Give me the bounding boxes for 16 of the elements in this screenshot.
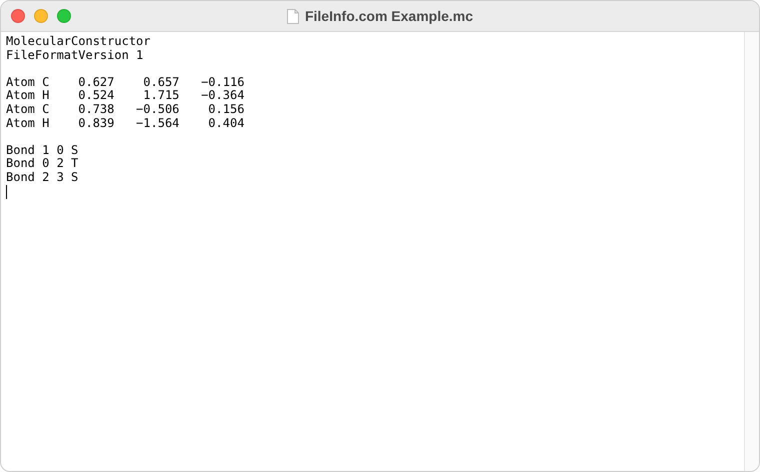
text-line: Atom C 0.738 −0.506 0.156 bbox=[6, 102, 244, 117]
minimize-button[interactable] bbox=[34, 9, 48, 23]
document-icon bbox=[286, 8, 299, 24]
text-cursor bbox=[6, 184, 7, 199]
text-line: Atom H 0.839 −1.564 0.404 bbox=[6, 116, 244, 130]
zoom-button[interactable] bbox=[57, 9, 71, 23]
window-title: FileInfo.com Example.mc bbox=[304, 8, 474, 24]
text-line: Bond 2 3 S bbox=[6, 170, 78, 185]
text-line: Atom H 0.524 1.715 −0.364 bbox=[6, 89, 244, 103]
text-editor[interactable]: MolecularConstructor FileFormatVersion 1 Atom C 0.627 0.657 −0.116 Atom H 0.524 1.715 −0.364 Atom C 0.738 −0.506 0.156 Atom H 0.839 −1.564 0.404 Bond 1 0 S Bond 0 2 T Bond 2 3 S bbox=[1, 32, 744, 471]
text-line: Bond 0 2 T bbox=[6, 157, 78, 171]
text-line: Bond 1 0 S bbox=[6, 144, 78, 158]
text-line: MolecularConstructor bbox=[6, 35, 150, 49]
close-button[interactable] bbox=[11, 9, 25, 23]
text-line: FileFormatVersion 1 bbox=[6, 48, 144, 62]
text-line: Atom C 0.627 0.657 −0.116 bbox=[6, 76, 244, 90]
